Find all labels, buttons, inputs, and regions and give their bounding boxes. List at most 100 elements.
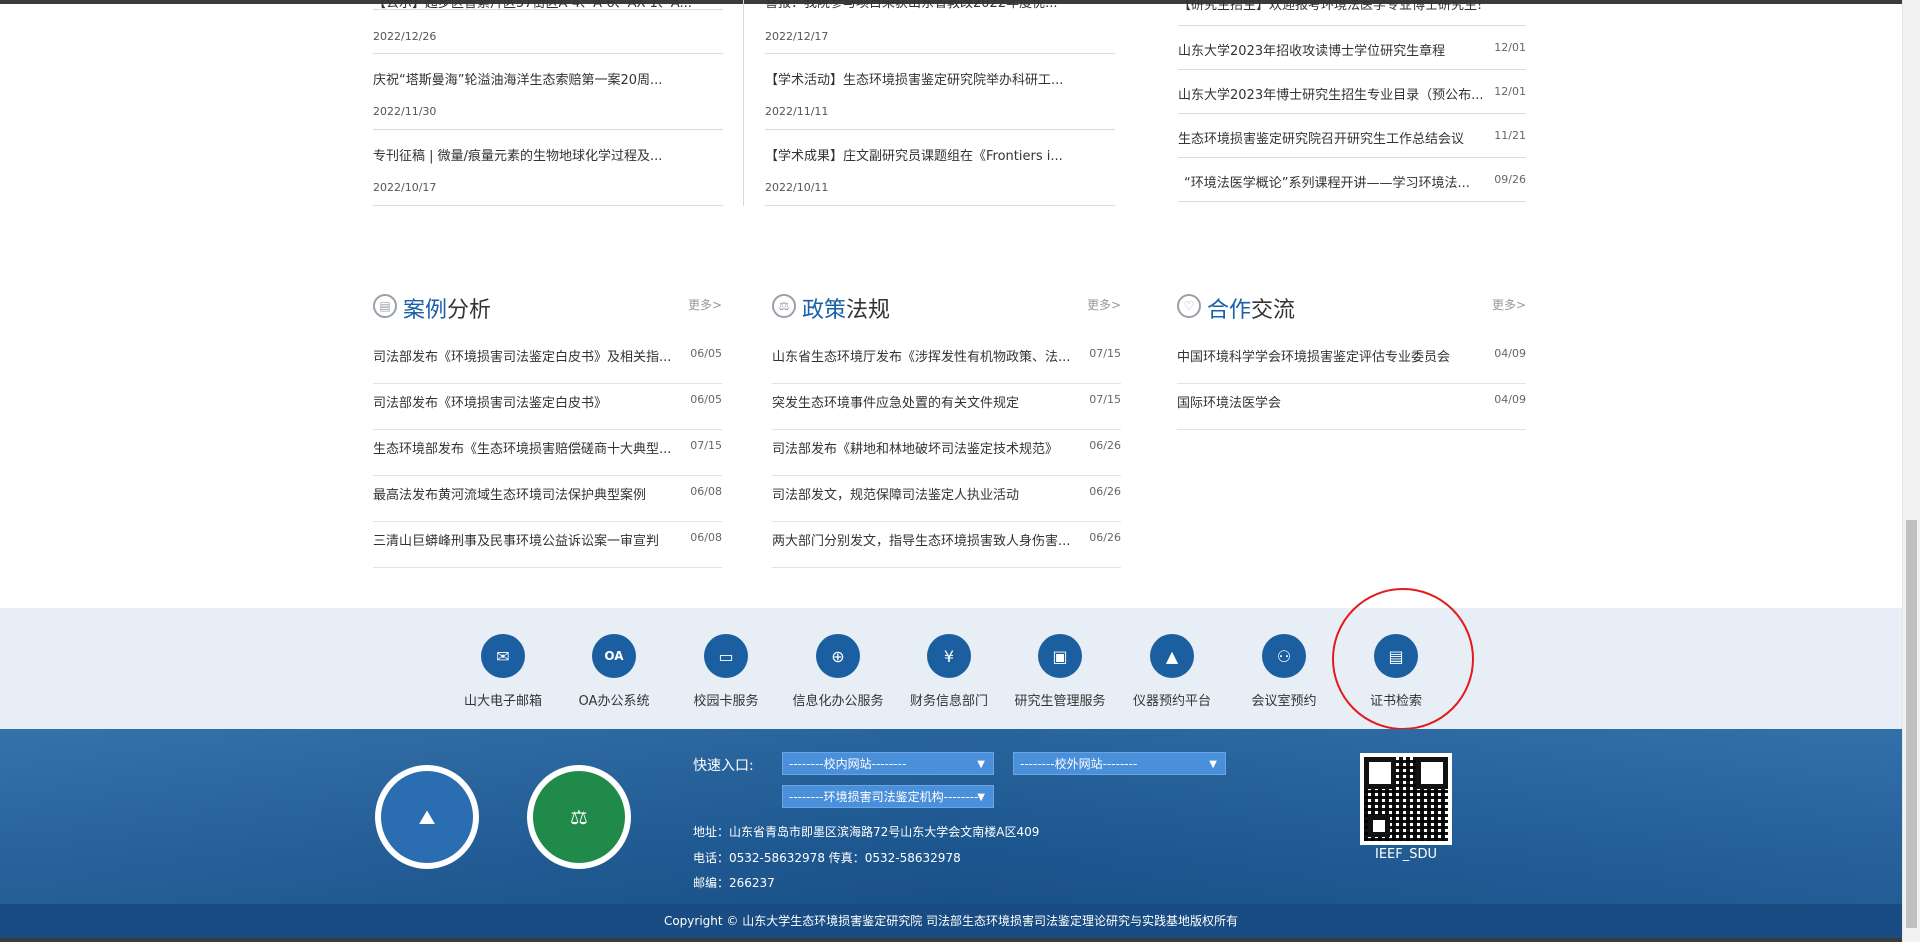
- list-item[interactable]: 国际环境法医学会 04/09: [1177, 384, 1526, 430]
- section-title: 合作交流: [1207, 298, 1296, 323]
- campus-site-select[interactable]: --------校内网站-------- ▼: [782, 752, 994, 775]
- news-title[interactable]: 生态环境损害鉴定研究院召开研究生工作总结会议: [1178, 128, 1464, 147]
- list-item[interactable]: 最高法发布黄河流域生态环境司法保护典型案例 06/08: [373, 476, 722, 522]
- news-title[interactable]: 专刊征稿 | 微量/痕量元素的生物地球化学过程及...: [373, 145, 662, 164]
- list-item[interactable]: 中国环境科学学会环境损害鉴定评估专业委员会 04/09: [1177, 338, 1526, 384]
- list-item[interactable]: 两大部门分别发文，指导生态环境损害致人身伤害... 06/26: [772, 522, 1121, 568]
- section-header: ▤ 案例分析 更多>: [373, 290, 722, 326]
- finance-icon[interactable]: ¥: [927, 634, 971, 678]
- news-date: 12/01: [1494, 85, 1526, 98]
- item-title[interactable]: 司法部发布《环境损害司法鉴定白皮书》及相关指...: [373, 346, 671, 365]
- item-title[interactable]: 突发生态环境事件应急处置的有关文件规定: [772, 392, 1019, 411]
- service-label: 仪器预约平台: [1132, 694, 1211, 709]
- item-date: 07/15: [690, 439, 722, 452]
- mail-icon[interactable]: ✉: [481, 634, 525, 678]
- item-date: 06/26: [1089, 531, 1121, 544]
- chevron-down-icon: ▼: [1209, 759, 1217, 770]
- more-link[interactable]: 更多>: [1087, 296, 1121, 313]
- service-it[interactable]: ⊕ 信息化办公服务: [778, 634, 898, 709]
- service-meeting[interactable]: ⚇ 会议室预约: [1224, 634, 1344, 709]
- item-title[interactable]: 司法部发布《耕地和林地破坏司法鉴定技术规范》: [772, 438, 1058, 457]
- news-item[interactable]: 2022/12/17: [765, 10, 1115, 54]
- item-date: 06/08: [690, 531, 722, 544]
- news-item[interactable]: 山东大学2023年博士研究生招生专业目录（预公布... 12/01: [1178, 70, 1526, 114]
- service-card[interactable]: ▭ 校园卡服务: [666, 634, 786, 709]
- graduation-cap-icon[interactable]: ▲: [1150, 634, 1194, 678]
- qr-code: [1360, 753, 1452, 845]
- section-list: 山东省生态环境厅发布《涉挥发性有机物政策、法... 07/15 突发生态环境事件应…: [772, 338, 1121, 568]
- item-title[interactable]: 最高法发布黄河流域生态环境司法保护典型案例: [373, 484, 646, 503]
- service-oa[interactable]: OA OA办公系统: [554, 634, 674, 709]
- news-item[interactable]: 【学术活动】生态环境损害鉴定研究院举办科研工... 2022/11/11: [765, 54, 1115, 130]
- item-title[interactable]: 中国环境科学学会环境损害鉴定评估专业委员会: [1177, 346, 1450, 365]
- address-text: 地址：山东省青岛市即墨区滨海路72号山东大学会文南楼A区409: [693, 825, 1040, 839]
- news-title[interactable]: 山东大学2023年博士研究生招生专业目录（预公布...: [1178, 84, 1483, 103]
- card-icon[interactable]: ▭: [704, 634, 748, 678]
- news-item[interactable]: 庆祝“塔斯曼海”轮溢油海洋生态索赔第一案20周... 2022/11/30: [373, 54, 723, 130]
- qr-code-icon: [1364, 757, 1448, 841]
- list-item[interactable]: 司法部发布《环境损害司法鉴定白皮书》及相关指... 06/05: [373, 338, 722, 384]
- news-item[interactable]: 2022/12/26: [373, 10, 723, 54]
- external-site-select[interactable]: --------校外网站-------- ▼: [1013, 752, 1226, 775]
- news-title[interactable]: 山东大学2023年招收攻读博士学位研究生章程: [1178, 40, 1445, 59]
- item-date: 04/09: [1494, 393, 1526, 406]
- service-label: OA办公系统: [578, 694, 650, 709]
- list-item[interactable]: 生态环境部发布《生态环境损害赔偿磋商十大典型... 07/15: [373, 430, 722, 476]
- qr-label: IEEF_SDU: [1374, 847, 1438, 862]
- monitor-icon[interactable]: ▣: [1038, 634, 1082, 678]
- more-link[interactable]: 更多>: [688, 296, 722, 313]
- phone-text: 电话：0532-58632978 传真：0532-58632978: [693, 851, 961, 865]
- list-item[interactable]: 司法部发布《环境损害司法鉴定白皮书》 06/05: [373, 384, 722, 430]
- news-column-2: 喜报：我院参与项目荣获山东省教改2022年度优... 2022/12/17 【学…: [765, 0, 1115, 206]
- scale-icon: ⚖: [772, 294, 796, 318]
- news-title[interactable]: 庆祝“塔斯曼海”轮溢油海洋生态索赔第一案20周...: [373, 69, 662, 88]
- section-cases: ▤ 案例分析 更多> 司法部发布《环境损害司法鉴定白皮书》及相关指... 06/0…: [373, 290, 722, 568]
- news-item[interactable]: 山东大学2023年招收攻读博士学位研究生章程 12/01: [1178, 26, 1526, 70]
- news-item[interactable]: 【学术成果】庄文副研究员课题组在《Frontiers i... 2022/10/…: [765, 130, 1115, 206]
- list-item[interactable]: 司法部发布《耕地和林地破坏司法鉴定技术规范》 06/26: [772, 430, 1121, 476]
- highlight-circle: [1332, 588, 1474, 730]
- item-title[interactable]: 两大部门分别发文，指导生态环境损害致人身伤害...: [772, 530, 1070, 549]
- list-item[interactable]: 三清山巨蟒峰刑事及民事环境公益诉讼案一审宣判 06/08: [373, 522, 722, 568]
- service-email[interactable]: ✉ 山大电子邮箱: [443, 634, 563, 709]
- section-policy: ⚖ 政策法规 更多> 山东省生态环境厅发布《涉挥发性有机物政策、法... 07/1…: [772, 290, 1121, 568]
- more-link[interactable]: 更多>: [1492, 296, 1526, 313]
- service-label: 会议室预约: [1251, 694, 1317, 709]
- item-title[interactable]: 山东省生态环境厅发布《涉挥发性有机物政策、法...: [772, 346, 1070, 365]
- news-date: 11/21: [1494, 129, 1526, 142]
- news-title[interactable]: 【研究生招生】欢迎报考环境法医学专业博士研究生!: [1178, 0, 1482, 13]
- news-item[interactable]: 生态环境损害鉴定研究院召开研究生工作总结会议 11/21: [1178, 114, 1526, 158]
- agency-select[interactable]: --------环境损害司法鉴定机构-------- ▼: [782, 785, 994, 808]
- news-title[interactable]: 【学术活动】生态环境损害鉴定研究院举办科研工...: [765, 69, 1063, 88]
- service-label: 校园卡服务: [693, 694, 759, 709]
- news-item[interactable]: 【公示】超步区替素片区57街区A-4、A-6、AX-1、A...: [373, 0, 723, 11]
- service-graduate[interactable]: ▣ 研究生管理服务: [1000, 634, 1120, 709]
- news-date: 2022/11/30: [373, 105, 437, 118]
- scrollbar-thumb[interactable]: [1906, 520, 1917, 928]
- news-title[interactable]: “环境法医学概论”系列课程开讲——学习环境法...: [1184, 172, 1470, 191]
- postcode-text: 邮编：266237: [693, 876, 775, 890]
- list-item[interactable]: 突发生态环境事件应急处置的有关文件规定 07/15: [772, 384, 1121, 430]
- item-title[interactable]: 国际环境法医学会: [1177, 392, 1281, 411]
- news-item[interactable]: 【研究生招生】欢迎报考环境法医学专业博士研究生!: [1178, 0, 1526, 26]
- news-item[interactable]: 喜报：我院参与项目荣获山东省教改2022年度优...: [765, 0, 1115, 11]
- item-title[interactable]: 司法部发文，规范保障司法鉴定人执业活动: [772, 484, 1019, 503]
- section-header: ♡ 合作交流 更多>: [1177, 290, 1526, 326]
- item-date: 07/15: [1089, 347, 1121, 360]
- list-item[interactable]: 司法部发文，规范保障司法鉴定人执业活动 06/26: [772, 476, 1121, 522]
- news-item[interactable]: 专刊征稿 | 微量/痕量元素的生物地球化学过程及... 2022/10/17: [373, 130, 723, 206]
- service-label: 财务信息部门: [909, 694, 988, 709]
- list-item[interactable]: 山东省生态环境厅发布《涉挥发性有机物政策、法... 07/15: [772, 338, 1121, 384]
- service-label: 信息化办公服务: [792, 694, 884, 709]
- item-title[interactable]: 三清山巨蟒峰刑事及民事环境公益诉讼案一审宣判: [373, 530, 659, 549]
- news-title[interactable]: 【学术成果】庄文副研究员课题组在《Frontiers i...: [765, 145, 1063, 164]
- page-scrollbar[interactable]: [1902, 0, 1920, 942]
- globe-icon[interactable]: ⊕: [816, 634, 860, 678]
- service-finance[interactable]: ¥ 财务信息部门: [889, 634, 1009, 709]
- oa-icon[interactable]: OA: [592, 634, 636, 678]
- item-title[interactable]: 生态环境部发布《生态环境损害赔偿磋商十大典型...: [373, 438, 671, 457]
- service-instrument[interactable]: ▲ 仪器预约平台: [1112, 634, 1232, 709]
- news-item[interactable]: “环境法医学概论”系列课程开讲——学习环境法... 09/26: [1178, 158, 1526, 202]
- people-icon[interactable]: ⚇: [1262, 634, 1306, 678]
- item-title[interactable]: 司法部发布《环境损害司法鉴定白皮书》: [373, 392, 607, 411]
